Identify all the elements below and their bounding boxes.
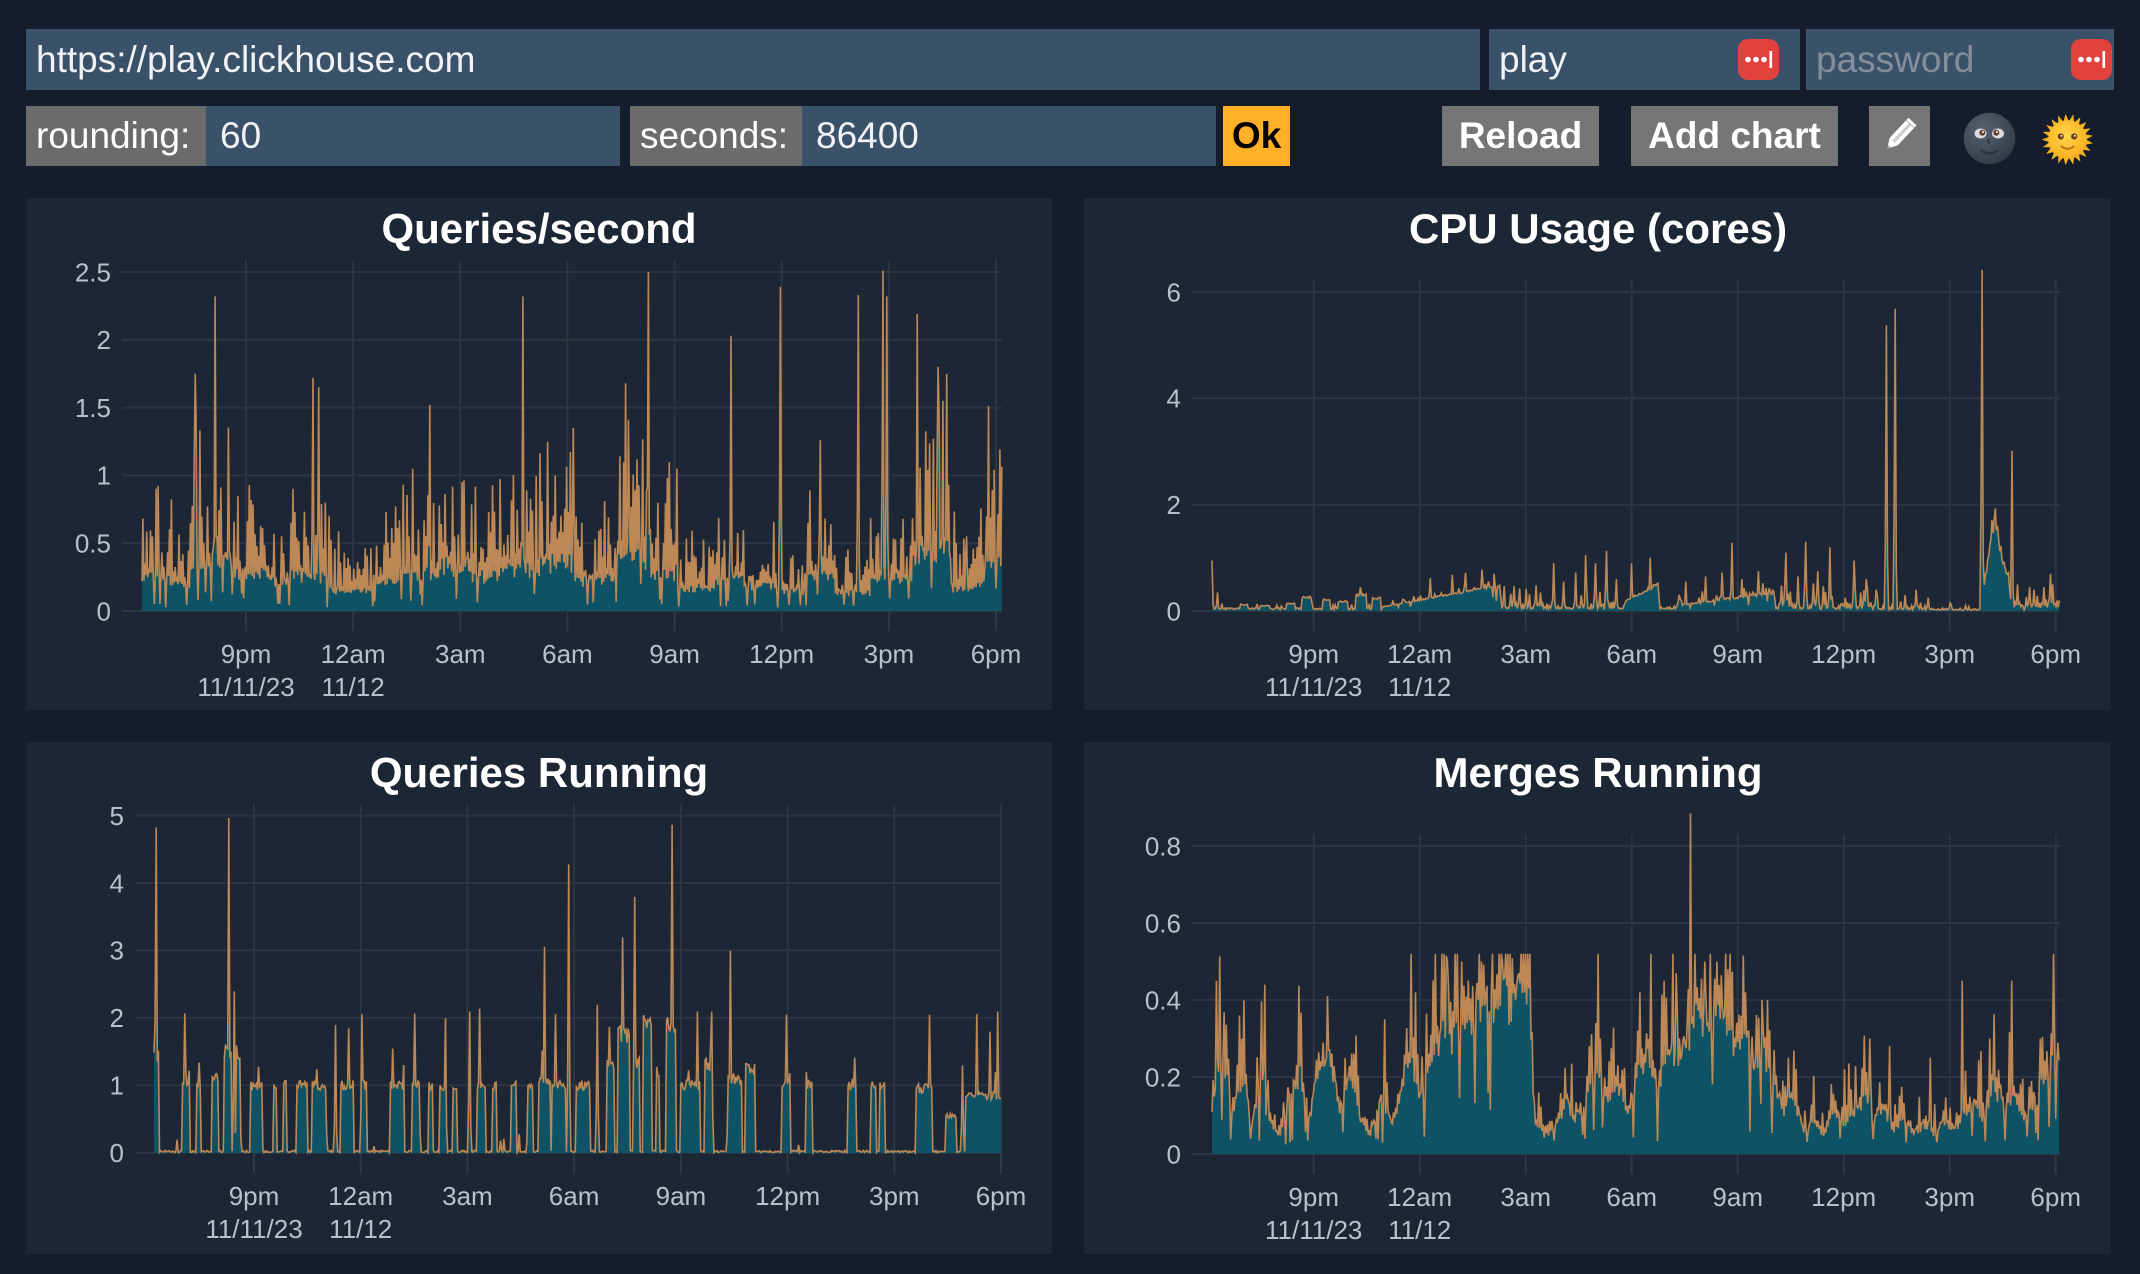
svg-text:Queries Running: Queries Running [370,749,708,796]
svg-text:9pm: 9pm [1288,1182,1339,1212]
svg-text:6am: 6am [1606,1182,1657,1212]
svg-text:9am: 9am [1712,639,1763,669]
svg-text:Queries/second: Queries/second [381,205,696,252]
svg-text:3: 3 [110,936,124,966]
svg-text:3pm: 3pm [1924,639,1975,669]
svg-text:1.5: 1.5 [75,393,111,423]
svg-text:9pm: 9pm [221,639,272,669]
svg-text:6pm: 6pm [971,639,1022,669]
svg-text:11/11/23: 11/11/23 [1265,1215,1362,1245]
svg-text:0.6: 0.6 [1145,908,1181,938]
svg-text:11/11/23: 11/11/23 [197,672,294,702]
svg-text:2.5: 2.5 [75,257,111,287]
svg-text:6: 6 [1167,277,1181,307]
svg-text:Merges Running: Merges Running [1433,749,1762,796]
svg-text:6am: 6am [549,1181,600,1211]
svg-text:12pm: 12pm [1811,639,1876,669]
svg-text:2: 2 [97,325,111,355]
svg-text:11/12: 11/12 [322,672,385,702]
svg-text:6am: 6am [1606,639,1657,669]
svg-text:9am: 9am [649,639,700,669]
svg-text:4: 4 [110,868,124,898]
svg-text:6pm: 6pm [2030,1182,2081,1212]
svg-text:12am: 12am [1387,639,1452,669]
svg-text:3am: 3am [1500,1182,1551,1212]
svg-text:0.4: 0.4 [1145,985,1181,1015]
svg-text:11/11/23: 11/11/23 [1265,672,1362,702]
svg-text:2: 2 [1167,490,1181,520]
svg-text:1: 1 [97,461,111,491]
svg-text:12pm: 12pm [755,1181,820,1211]
svg-text:1: 1 [110,1071,124,1101]
svg-text:11/12: 11/12 [1388,672,1451,702]
svg-text:3am: 3am [442,1181,493,1211]
svg-text:0.5: 0.5 [75,529,111,559]
svg-text:9pm: 9pm [229,1181,280,1211]
svg-text:12am: 12am [321,639,386,669]
svg-text:3pm: 3pm [869,1181,920,1211]
svg-text:12am: 12am [1387,1182,1452,1212]
svg-text:9am: 9am [1712,1182,1763,1212]
svg-text:6pm: 6pm [2030,639,2081,669]
svg-text:4: 4 [1167,384,1181,414]
svg-text:12am: 12am [328,1181,393,1211]
svg-text:3am: 3am [435,639,486,669]
svg-text:3pm: 3pm [864,639,915,669]
svg-text:9pm: 9pm [1288,639,1339,669]
svg-text:CPU Usage (cores): CPU Usage (cores) [1409,205,1787,252]
svg-text:3am: 3am [1500,639,1551,669]
svg-text:6pm: 6pm [976,1181,1027,1211]
svg-text:11/12: 11/12 [329,1214,392,1244]
svg-text:0.8: 0.8 [1145,831,1181,861]
svg-text:6am: 6am [542,639,593,669]
svg-text:12pm: 12pm [749,639,814,669]
svg-text:0: 0 [1167,596,1181,626]
svg-text:11/11/23: 11/11/23 [205,1214,302,1244]
svg-text:5: 5 [110,801,124,831]
svg-text:12pm: 12pm [1811,1182,1876,1212]
svg-text:11/12: 11/12 [1388,1215,1451,1245]
svg-text:0: 0 [110,1138,124,1168]
svg-text:2: 2 [110,1003,124,1033]
svg-text:3pm: 3pm [1924,1182,1975,1212]
svg-text:0: 0 [97,596,111,626]
svg-text:9am: 9am [656,1181,707,1211]
svg-text:0.2: 0.2 [1145,1062,1181,1092]
svg-text:0: 0 [1167,1139,1181,1169]
